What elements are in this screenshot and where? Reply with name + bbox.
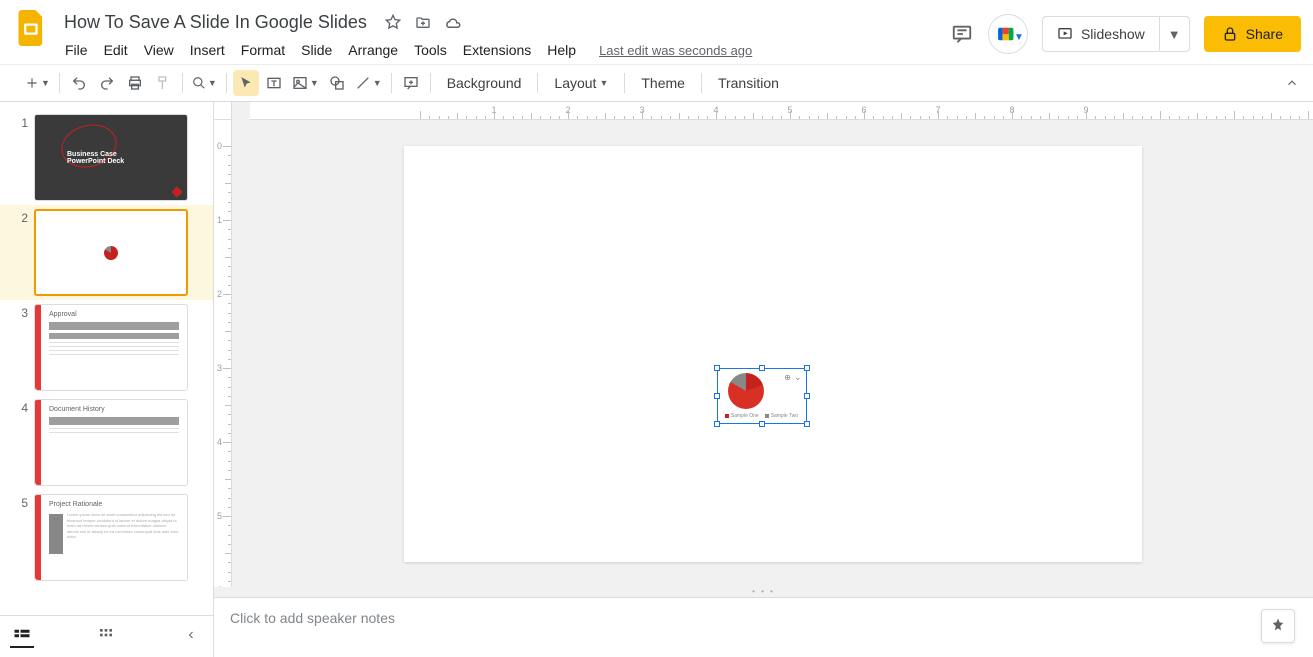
paint-format-button[interactable] xyxy=(150,70,176,96)
explore-button[interactable] xyxy=(1261,609,1295,643)
menu-tools[interactable]: Tools xyxy=(407,38,454,62)
document-title[interactable]: How To Save A Slide In Google Slides xyxy=(58,10,373,35)
comments-icon[interactable] xyxy=(950,22,974,46)
menu-extensions[interactable]: Extensions xyxy=(456,38,538,62)
new-slide-button[interactable]: ▼ xyxy=(22,70,53,96)
slides-logo[interactable] xyxy=(12,8,52,48)
slideshow-label: Slideshow xyxy=(1081,26,1145,42)
pie-chart-icon xyxy=(104,246,118,260)
slide-thumbnail-2[interactable]: 2 xyxy=(0,205,213,300)
filmstrip-footer xyxy=(0,615,214,655)
workspace: 1 Business Case PowerPoint Deck 2 3 Appr… xyxy=(0,102,1313,657)
menu-insert[interactable]: Insert xyxy=(183,38,232,62)
layout-button[interactable]: Layout▼ xyxy=(544,70,618,96)
slide-canvas[interactable]: ⊕ ⌄ Sample One Sample Two xyxy=(404,146,1142,562)
meet-caret-icon: ▼ xyxy=(1014,32,1024,43)
menu-slide[interactable]: Slide xyxy=(294,38,339,62)
slideshow-dropdown[interactable]: ▼ xyxy=(1159,17,1189,51)
menu-file[interactable]: File xyxy=(58,38,95,62)
slide-thumbnail-4[interactable]: 4 Document History xyxy=(0,395,213,490)
select-tool-button[interactable] xyxy=(233,70,259,96)
menu-format[interactable]: Format xyxy=(234,38,292,62)
thumb-title: Document History xyxy=(49,406,179,413)
menu-view[interactable]: View xyxy=(137,38,181,62)
theme-button[interactable]: Theme xyxy=(631,70,695,96)
comment-button[interactable] xyxy=(398,70,424,96)
zoom-button[interactable]: ▼ xyxy=(189,70,220,96)
collapse-toolbar-icon[interactable] xyxy=(1279,70,1305,96)
horizontal-ruler: 123456789 xyxy=(250,102,1313,120)
chart-legend: Sample One Sample Two xyxy=(718,413,806,419)
thumb-number: 3 xyxy=(16,304,28,391)
menubar: File Edit View Insert Format Slide Arran… xyxy=(58,36,950,64)
thumb-number: 4 xyxy=(16,399,28,486)
redo-button[interactable] xyxy=(94,70,120,96)
lock-icon xyxy=(1222,26,1238,42)
share-label: Share xyxy=(1246,26,1283,42)
header: How To Save A Slide In Google Slides Fil… xyxy=(0,0,1313,64)
collapse-filmstrip-icon[interactable] xyxy=(179,624,203,648)
vertical-ruler: 01234567 xyxy=(214,120,232,587)
link-icon: ⊕ xyxy=(784,373,791,382)
shape-button[interactable] xyxy=(324,70,350,96)
selected-chart-object[interactable]: ⊕ ⌄ Sample One Sample Two xyxy=(717,368,807,424)
transition-button[interactable]: Transition xyxy=(708,70,789,96)
thumb-text: Business Case xyxy=(67,151,177,158)
slideshow-button[interactable]: Slideshow xyxy=(1043,17,1159,51)
title-area: How To Save A Slide In Google Slides Fil… xyxy=(58,8,950,64)
textbox-button[interactable] xyxy=(261,70,287,96)
thumb-text: PowerPoint Deck xyxy=(67,158,177,165)
cloud-status-icon[interactable] xyxy=(443,12,463,32)
speaker-notes[interactable]: Click to add speaker notes xyxy=(214,597,1313,657)
slide-thumbnail-1[interactable]: 1 Business Case PowerPoint Deck xyxy=(0,110,213,205)
chevron-down-icon[interactable]: ⌄ xyxy=(794,372,802,383)
thumb-number: 1 xyxy=(16,114,28,201)
chart-link-controls[interactable]: ⊕ ⌄ xyxy=(784,372,801,383)
slideshow-group: Slideshow ▼ xyxy=(1042,16,1190,52)
slide-thumbnail-3[interactable]: 3 Approval xyxy=(0,300,213,395)
undo-button[interactable] xyxy=(66,70,92,96)
canvas-scroll[interactable]: ⊕ ⌄ Sample One Sample Two xyxy=(232,120,1313,587)
filmstrip-view-icon[interactable] xyxy=(10,624,34,648)
thumb-title: Approval xyxy=(49,311,179,318)
move-icon[interactable] xyxy=(413,12,433,32)
grid-view-icon[interactable] xyxy=(94,624,118,648)
thumb-number: 2 xyxy=(16,209,28,296)
print-button[interactable] xyxy=(122,70,148,96)
meet-button[interactable]: ▼ xyxy=(988,14,1028,54)
header-actions: ▼ Slideshow ▼ Share xyxy=(950,8,1301,54)
pie-chart-icon xyxy=(728,373,764,409)
layout-label: Layout xyxy=(554,75,596,91)
filmstrip[interactable]: 1 Business Case PowerPoint Deck 2 3 Appr… xyxy=(0,102,214,657)
canvas-area: 123456789 01234567 ⊕ ⌄ Sample xyxy=(214,102,1313,657)
thumb-number: 5 xyxy=(16,494,28,581)
star-icon[interactable] xyxy=(383,12,403,32)
menu-help[interactable]: Help xyxy=(540,38,583,62)
background-button[interactable]: Background xyxy=(437,70,532,96)
play-presentation-icon xyxy=(1057,26,1073,42)
menu-edit[interactable]: Edit xyxy=(97,38,135,62)
toolbar: ▼ ▼ ▼ ▼ Background Layout▼ Theme Transit… xyxy=(0,64,1313,102)
notes-resize-handle[interactable]: • • • xyxy=(214,587,1313,597)
slide-thumbnail-5[interactable]: 5 Project RationaleLorem ipsum dolor sit… xyxy=(0,490,213,585)
image-button[interactable]: ▼ xyxy=(289,70,322,96)
thumb-title: Project Rationale xyxy=(49,501,179,508)
share-button[interactable]: Share xyxy=(1204,16,1301,52)
line-button[interactable]: ▼ xyxy=(352,70,385,96)
menu-arrange[interactable]: Arrange xyxy=(341,38,405,62)
last-edit-link[interactable]: Last edit was seconds ago xyxy=(599,43,752,58)
